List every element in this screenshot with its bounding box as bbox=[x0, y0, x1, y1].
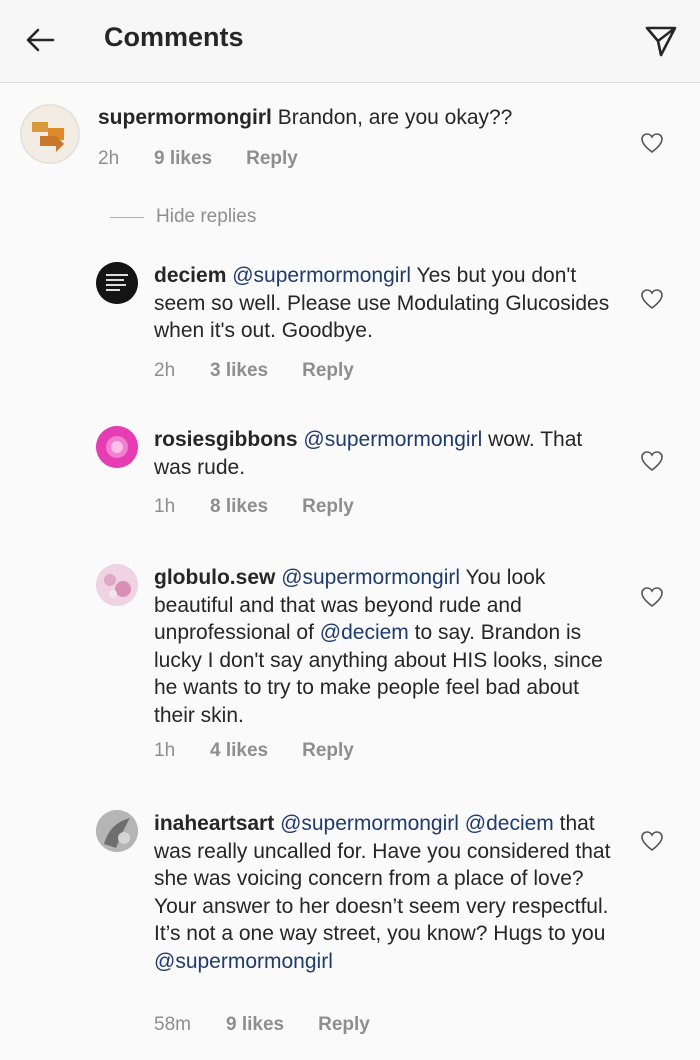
comment-content: Brandon, are you okay?? bbox=[271, 106, 513, 129]
reply-item: inaheartsart @supermormongirl @deciem th… bbox=[0, 810, 700, 1050]
mention-link[interactable]: @supermormongirl bbox=[232, 264, 411, 287]
reply-button[interactable]: Reply bbox=[302, 740, 354, 762]
comment-meta: 58m 9 likes Reply bbox=[154, 1014, 370, 1036]
comment-likes[interactable]: 9 likes bbox=[226, 1014, 284, 1036]
reply-button[interactable]: Reply bbox=[302, 496, 354, 518]
comment-time: 2h bbox=[154, 360, 176, 381]
mention-link[interactable]: @supermormongirl bbox=[281, 566, 460, 589]
comment-text: supermormongirl Brandon, are you okay?? bbox=[98, 104, 618, 132]
reply-button[interactable]: Reply bbox=[318, 1014, 370, 1036]
heart-icon[interactable] bbox=[640, 288, 664, 310]
hide-replies-label: Hide replies bbox=[156, 206, 257, 227]
avatar-image bbox=[96, 564, 138, 606]
comments-header: Comments bbox=[0, 0, 700, 83]
comment-username[interactable]: rosiesgibbons bbox=[154, 428, 298, 451]
reply-button[interactable]: Reply bbox=[246, 148, 298, 170]
comment-likes[interactable]: 3 likes bbox=[210, 360, 268, 382]
mention-link[interactable]: @deciem bbox=[465, 812, 554, 835]
reply-item: rosiesgibbons @supermormongirl wow. That… bbox=[0, 426, 700, 526]
comment-username[interactable]: supermormongirl bbox=[98, 106, 272, 129]
comment-meta: 2h 9 likes Reply bbox=[98, 148, 298, 170]
comment-text: rosiesgibbons @supermormongirl wow. That… bbox=[154, 426, 624, 481]
mention-link[interactable]: @supermormongirl bbox=[154, 950, 333, 973]
divider bbox=[110, 216, 144, 218]
hide-replies-button[interactable]: Hide replies bbox=[110, 206, 256, 228]
comment-text: inaheartsart @supermormongirl @deciem th… bbox=[154, 810, 624, 975]
comment-item: supermormongirl Brandon, are you okay?? … bbox=[0, 104, 700, 184]
comment-text: globulo.sew @supermormongirl You look be… bbox=[154, 564, 624, 729]
comment-time: 1h bbox=[154, 496, 176, 517]
comment-meta: 1h 4 likes Reply bbox=[154, 740, 354, 762]
mention-link[interactable]: @supermormongirl bbox=[303, 428, 482, 451]
paper-plane-icon bbox=[645, 26, 677, 57]
comment-username[interactable]: inaheartsart bbox=[154, 812, 274, 835]
comment-username[interactable]: deciem bbox=[154, 264, 226, 287]
avatar[interactable] bbox=[96, 810, 138, 852]
comment-likes[interactable]: 8 likes bbox=[210, 496, 268, 518]
comment-likes[interactable]: 4 likes bbox=[210, 740, 268, 762]
comment-likes[interactable]: 9 likes bbox=[154, 148, 212, 170]
avatar-image bbox=[20, 104, 80, 164]
heart-icon[interactable] bbox=[640, 586, 664, 608]
back-button[interactable] bbox=[22, 22, 58, 58]
page-title: Comments bbox=[104, 22, 244, 52]
heart-icon[interactable] bbox=[640, 132, 664, 154]
avatar-image bbox=[96, 262, 138, 304]
reply-item: globulo.sew @supermormongirl You look be… bbox=[0, 564, 700, 774]
reply-button[interactable]: Reply bbox=[302, 360, 354, 382]
avatar[interactable] bbox=[96, 564, 138, 606]
heart-icon[interactable] bbox=[640, 450, 664, 472]
mention-link[interactable]: @supermormongirl bbox=[280, 812, 459, 835]
arrow-left-icon bbox=[26, 28, 55, 52]
mention-link[interactable]: @deciem bbox=[320, 621, 409, 644]
comment-time: 1h bbox=[154, 740, 176, 761]
comment-username[interactable]: globulo.sew bbox=[154, 566, 275, 589]
avatar[interactable] bbox=[20, 104, 80, 164]
avatar-image bbox=[96, 426, 138, 468]
comment-meta: 1h 8 likes Reply bbox=[154, 496, 354, 518]
heart-icon[interactable] bbox=[640, 830, 664, 852]
comment-meta: 2h 3 likes Reply bbox=[154, 360, 354, 382]
avatar-image bbox=[96, 810, 138, 852]
share-button[interactable] bbox=[640, 20, 682, 62]
comment-time: 58m bbox=[154, 1014, 191, 1035]
avatar[interactable] bbox=[96, 426, 138, 468]
comment-text: deciem @supermormongirl Yes but you don'… bbox=[154, 262, 624, 345]
reply-item: deciem @supermormongirl Yes but you don'… bbox=[0, 262, 700, 387]
comment-time: 2h bbox=[98, 148, 120, 169]
avatar[interactable] bbox=[96, 262, 138, 304]
